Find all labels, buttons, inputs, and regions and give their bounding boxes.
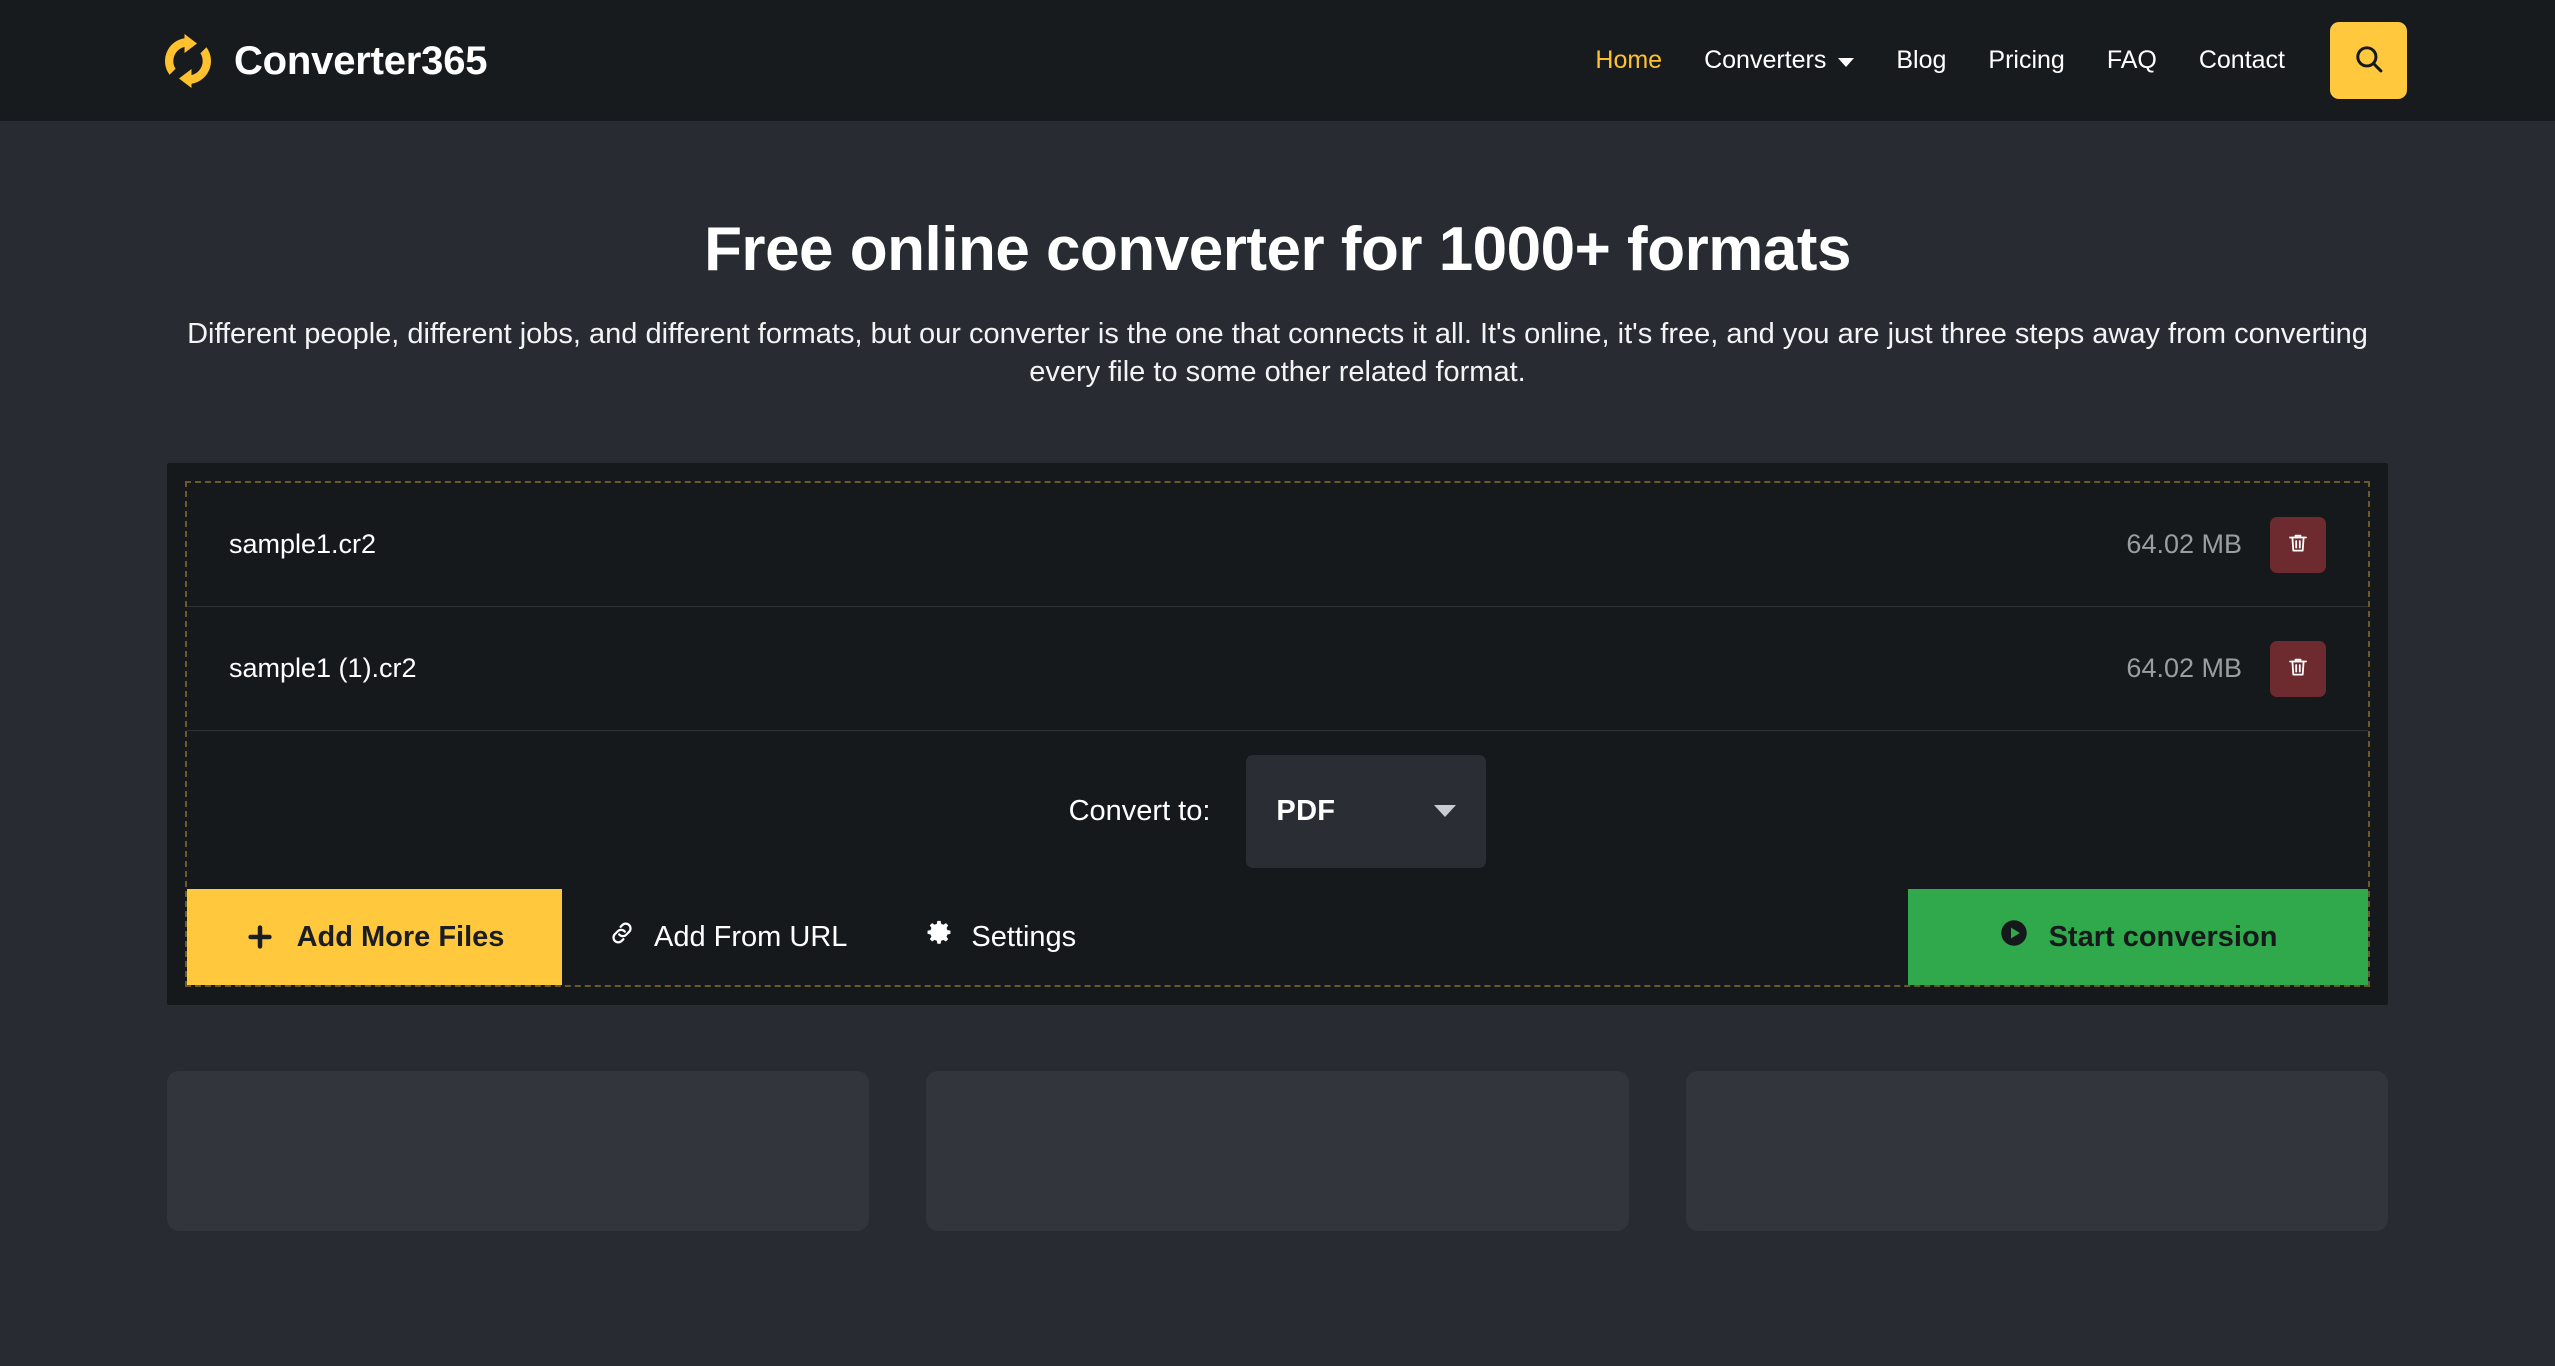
play-circle-icon [1999,918,2029,956]
nav-item-converters[interactable]: Converters [1683,48,1875,73]
nav-label-contact: Contact [2198,46,2285,74]
convert-to-row: Convert to: PDF [187,731,2368,891]
nav-label-pricing: Pricing [1988,46,2065,74]
chevron-down-icon [1434,805,1457,818]
feature-card[interactable] [167,1071,870,1232]
add-more-files-button[interactable]: Add More Files [187,889,562,986]
feature-cards-row [0,1071,2555,1232]
search-icon [2352,42,2386,79]
add-more-files-label: Add More Files [296,920,505,953]
hero-subtitle: Different people, different jobs, and di… [187,318,2368,388]
settings-label: Settings [971,920,1077,953]
format-select[interactable]: PDF [1246,754,1487,868]
sync-arrows-icon [160,33,216,89]
nav-label-faq: FAQ [2106,46,2157,74]
delete-file-button[interactable] [2270,516,2326,573]
feature-card[interactable] [926,1071,1629,1232]
search-button[interactable] [2330,22,2407,99]
nav-item-blog[interactable]: Blog [1875,48,1967,73]
file-size: 64.02 MB [2126,653,2242,684]
file-name: sample1.cr2 [229,529,377,560]
nav-item-faq[interactable]: FAQ [2086,48,2178,73]
nav-item-pricing[interactable]: Pricing [1967,48,2085,73]
brand-name: Converter365 [234,38,488,83]
nav-label-blog: Blog [1896,46,1947,74]
settings-button[interactable]: Settings [925,919,1076,955]
delete-file-button[interactable] [2270,640,2326,697]
nav-item-home[interactable]: Home [1574,48,1683,73]
site-header: Converter365 Home Converters Blog Pricin… [0,0,2555,121]
start-conversion-button[interactable]: Start conversion [1908,889,2368,986]
format-select-value: PDF [1276,794,1336,827]
file-size: 64.02 MB [2126,529,2242,560]
file-dropzone[interactable]: sample1.cr2 64.02 MB sample1 (1).cr2 64.… [185,481,2370,988]
convert-to-label: Convert to: [1068,794,1211,827]
feature-card[interactable] [1685,1071,2388,1232]
page-title: Free online converter for 1000+ formats [704,215,1851,284]
nav-label-converters: Converters [1704,46,1827,74]
link-icon [608,919,636,955]
add-from-url-label: Add From URL [654,920,848,953]
converter-panel: sample1.cr2 64.02 MB sample1 (1).cr2 64.… [167,463,2388,1006]
gear-icon [925,919,953,955]
converter-panel-wrapper: sample1.cr2 64.02 MB sample1 (1).cr2 64.… [0,463,2555,1006]
add-from-url-button[interactable]: Add From URL [608,919,847,955]
hero-section: Free online converter for 1000+ formats … [0,121,2555,391]
chevron-down-icon [1838,57,1855,67]
trash-icon [2286,531,2310,558]
file-row-actions: 64.02 MB [2126,640,2326,697]
table-row: sample1.cr2 64.02 MB [187,483,2368,608]
plus-icon [245,922,275,952]
brand-logo-link[interactable]: Converter365 [160,33,487,89]
nav-label-home: Home [1595,46,1663,74]
converter-action-bar: Add More Files Add From URL Settings Sta… [187,889,2368,986]
file-row-actions: 64.02 MB [2126,516,2326,573]
trash-icon [2286,655,2310,682]
start-conversion-label: Start conversion [2048,920,2278,953]
main-navigation: Home Converters Blog Pricing FAQ Contact [1574,22,2407,99]
table-row: sample1 (1).cr2 64.02 MB [187,607,2368,732]
nav-item-contact[interactable]: Contact [2178,48,2306,73]
file-name: sample1 (1).cr2 [229,653,417,684]
